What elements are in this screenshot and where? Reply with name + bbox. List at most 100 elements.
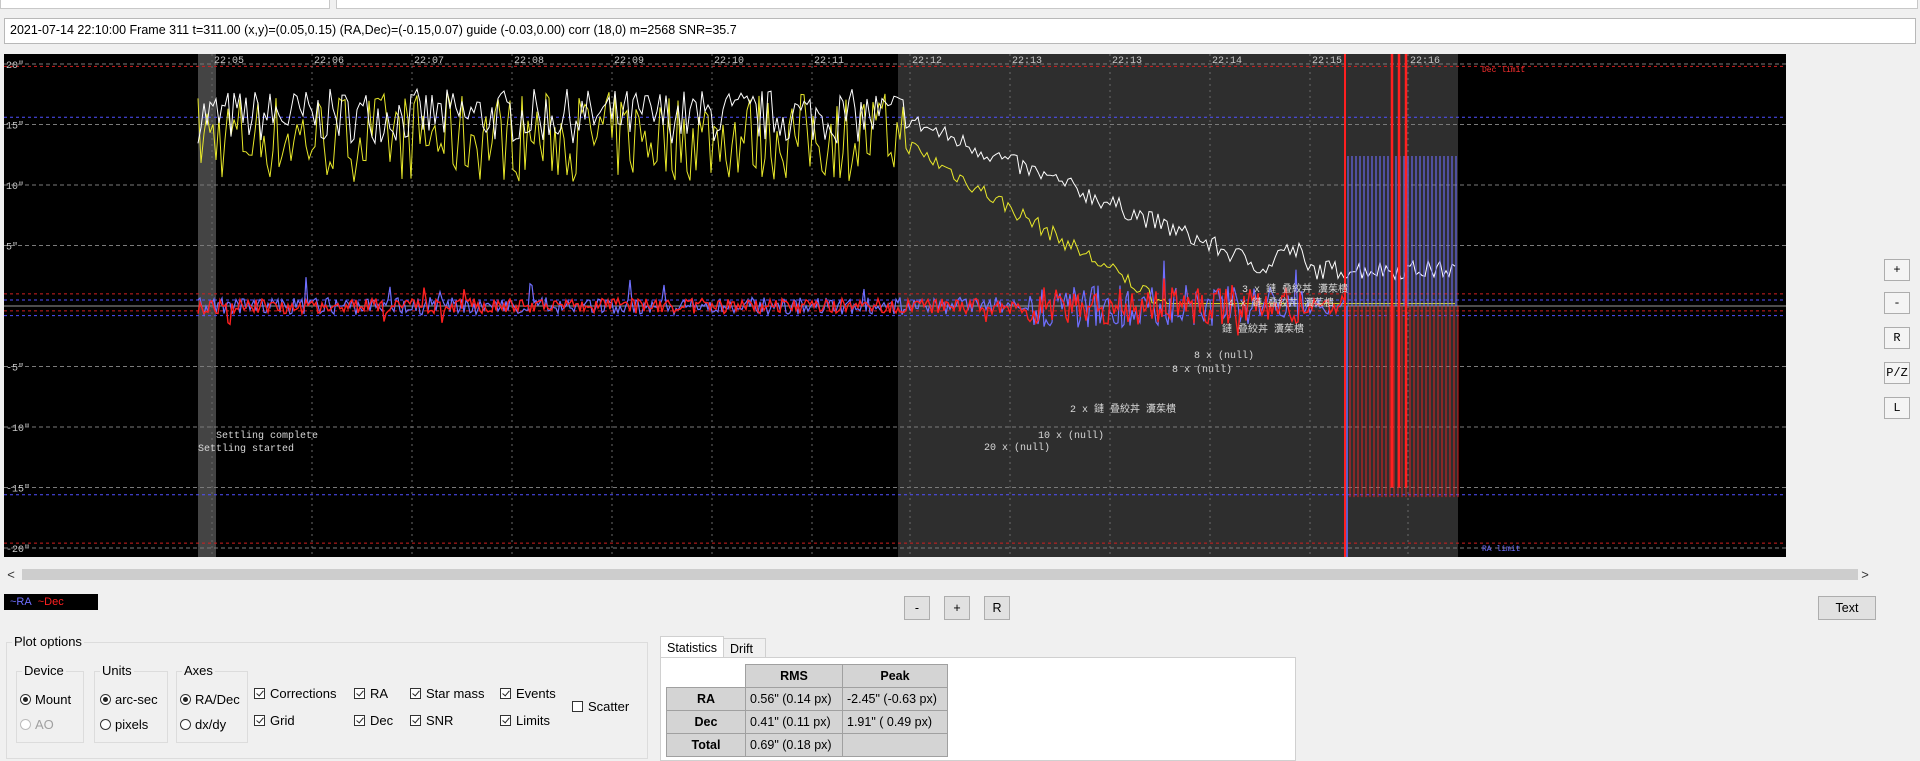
time-tick-label: 22:10 — [714, 56, 744, 67]
stats-corner-cell — [666, 664, 746, 688]
pz-toggle-button[interactable]: P/Z — [1884, 362, 1910, 384]
y-tick-label: 10" — [6, 181, 24, 193]
dec-limit-label: Dec limit — [1482, 66, 1525, 75]
legend-ra: ~RA — [10, 596, 32, 608]
checkbox-checked-icon — [500, 715, 511, 726]
radio-selected-icon — [180, 694, 191, 705]
time-tick-label: 22:14 — [1212, 56, 1242, 67]
radio-selected-icon — [20, 694, 31, 705]
device-mount-radio[interactable]: Mount — [20, 692, 71, 707]
time-tick-label: 22:16 — [1410, 56, 1440, 67]
plot-options-title: Plot options — [12, 634, 84, 649]
units-title: Units — [100, 663, 134, 678]
zoom-in-x-button[interactable]: + — [944, 596, 970, 620]
text-button[interactable]: Text — [1818, 596, 1876, 620]
snr-checkbox[interactable]: SNR — [410, 713, 453, 728]
time-tick-label: 22:07 — [414, 56, 444, 67]
radio-empty-icon — [180, 719, 191, 730]
tab-drift[interactable]: Drift — [724, 638, 766, 658]
scatter-checkbox[interactable]: Scatter — [572, 699, 629, 714]
guide-graph[interactable]: 20" 15" 10" 5" -5" -10" -15" -20" 22:05 22:06 22:… — [4, 54, 1786, 557]
statistics-table: RMS Peak RA 0.56" (0.14 px) -2.45" (-0.6… — [666, 664, 948, 757]
ra-limit-label: RA limit — [1482, 545, 1520, 554]
scroll-right-icon[interactable]: > — [1858, 566, 1872, 583]
axes-dxdy-radio[interactable]: dx/dy — [180, 717, 226, 732]
y-tick-label: -5" — [6, 363, 24, 375]
event-annotation: 4 x 鏈 叠絞丼 瀵茱樻 — [1228, 296, 1334, 310]
time-tick-label: 22:05 — [214, 56, 244, 67]
time-tick-label: 22:15 — [1312, 56, 1342, 67]
stats-ra-peak: -2.45" (-0.63 px) — [842, 687, 948, 711]
checkbox-checked-icon — [354, 715, 365, 726]
axes-group — [176, 671, 248, 743]
stats-row-label: RA — [666, 687, 746, 711]
event-annotation: 3 x 鏈 叠絞丼 瀵茱樻 — [1242, 282, 1348, 296]
status-line: 2021-07-14 22:10:00 Frame 311 t=311.00 (… — [4, 18, 1916, 44]
corrections-checkbox[interactable]: Corrections — [254, 686, 336, 701]
checkbox-checked-icon — [410, 688, 421, 699]
star-mass-checkbox[interactable]: Star mass — [410, 686, 485, 701]
time-tick-label: 22:11 — [814, 56, 844, 67]
time-tick-label: 22:13 — [1112, 56, 1142, 67]
table-row: RA 0.56" (0.14 px) -2.45" (-0.63 px) — [666, 687, 948, 711]
ra-checkbox[interactable]: RA — [354, 686, 388, 701]
event-annotation: 20 x (null) — [984, 442, 1050, 454]
y-tick-label: 5" — [6, 242, 18, 254]
time-tick-label: 22:12 — [912, 56, 942, 67]
scroll-left-icon[interactable]: < — [4, 566, 18, 583]
checkbox-empty-icon — [572, 701, 583, 712]
stats-row-label: Total — [666, 733, 746, 757]
device-ao-radio: AO — [20, 717, 54, 732]
y-axis-labels: 20" 15" 10" 5" -5" -10" -15" -20" — [6, 60, 30, 556]
table-row: Dec 0.41" (0.11 px) 1.91" ( 0.49 px) — [666, 710, 948, 734]
units-pixels-radio[interactable]: pixels — [100, 717, 148, 732]
time-tick-label: 22:09 — [614, 56, 644, 67]
dec-checkbox[interactable]: Dec — [354, 713, 393, 728]
zoom-out-y-button[interactable]: - — [1884, 292, 1910, 314]
legend-dec: ~Dec — [37, 596, 64, 608]
event-annotation: Settling started — [198, 443, 294, 455]
reset-y-button[interactable]: R — [1884, 327, 1910, 349]
y-tick-label: -15" — [6, 484, 30, 496]
checkbox-checked-icon — [500, 688, 511, 699]
checkbox-checked-icon — [254, 688, 265, 699]
time-tick-label: 22:06 — [314, 56, 344, 67]
event-annotation: 鏈 叠絞丼 瀵茱樻 — [1222, 322, 1304, 336]
limits-toggle-button[interactable]: L — [1884, 397, 1910, 419]
stats-dec-peak: 1.91" ( 0.49 px) — [842, 710, 948, 734]
horizontal-scrollbar[interactable]: < > — [4, 566, 1872, 583]
scrollbar-thumb[interactable] — [22, 569, 1858, 580]
radio-empty-icon — [100, 719, 111, 730]
y-tick-label: 20" — [6, 60, 24, 72]
limits-checkbox[interactable]: Limits — [500, 713, 550, 728]
stats-dec-rms: 0.41" (0.11 px) — [745, 710, 843, 734]
stats-ra-rms: 0.56" (0.14 px) — [745, 687, 843, 711]
table-row: Total 0.69" (0.18 px) — [666, 733, 948, 757]
stats-total-peak — [842, 733, 948, 757]
units-arcsec-radio[interactable]: arc-sec — [100, 692, 158, 707]
zoom-out-x-button[interactable]: - — [904, 596, 930, 620]
axes-radec-radio[interactable]: RA/Dec — [180, 692, 240, 707]
series-legend: ~RA ~Dec — [4, 594, 98, 610]
stats-row-label: Dec — [666, 710, 746, 734]
radio-selected-icon — [100, 694, 111, 705]
y-tick-label: -20" — [6, 544, 30, 556]
window-top-strip — [0, 0, 1920, 14]
device-title: Device — [22, 663, 66, 678]
time-tick-label: 22:08 — [514, 56, 544, 67]
reset-x-button[interactable]: R — [984, 596, 1010, 620]
checkbox-checked-icon — [410, 715, 421, 726]
grid-checkbox[interactable]: Grid — [254, 713, 295, 728]
event-annotation: Settling complete — [216, 430, 318, 442]
stats-header-peak: Peak — [842, 664, 948, 688]
tab-statistics[interactable]: Statistics — [660, 636, 724, 658]
zoom-in-y-button[interactable]: + — [1884, 259, 1910, 281]
checkbox-checked-icon — [354, 688, 365, 699]
events-checkbox[interactable]: Events — [500, 686, 556, 701]
y-tick-label: 15" — [6, 121, 24, 133]
stats-header-rms: RMS — [745, 664, 843, 688]
stats-total-rms: 0.69" (0.18 px) — [745, 733, 843, 757]
device-group — [16, 671, 84, 743]
y-tick-label: -10" — [6, 423, 30, 435]
event-annotation: 8 x (null) — [1172, 364, 1232, 376]
